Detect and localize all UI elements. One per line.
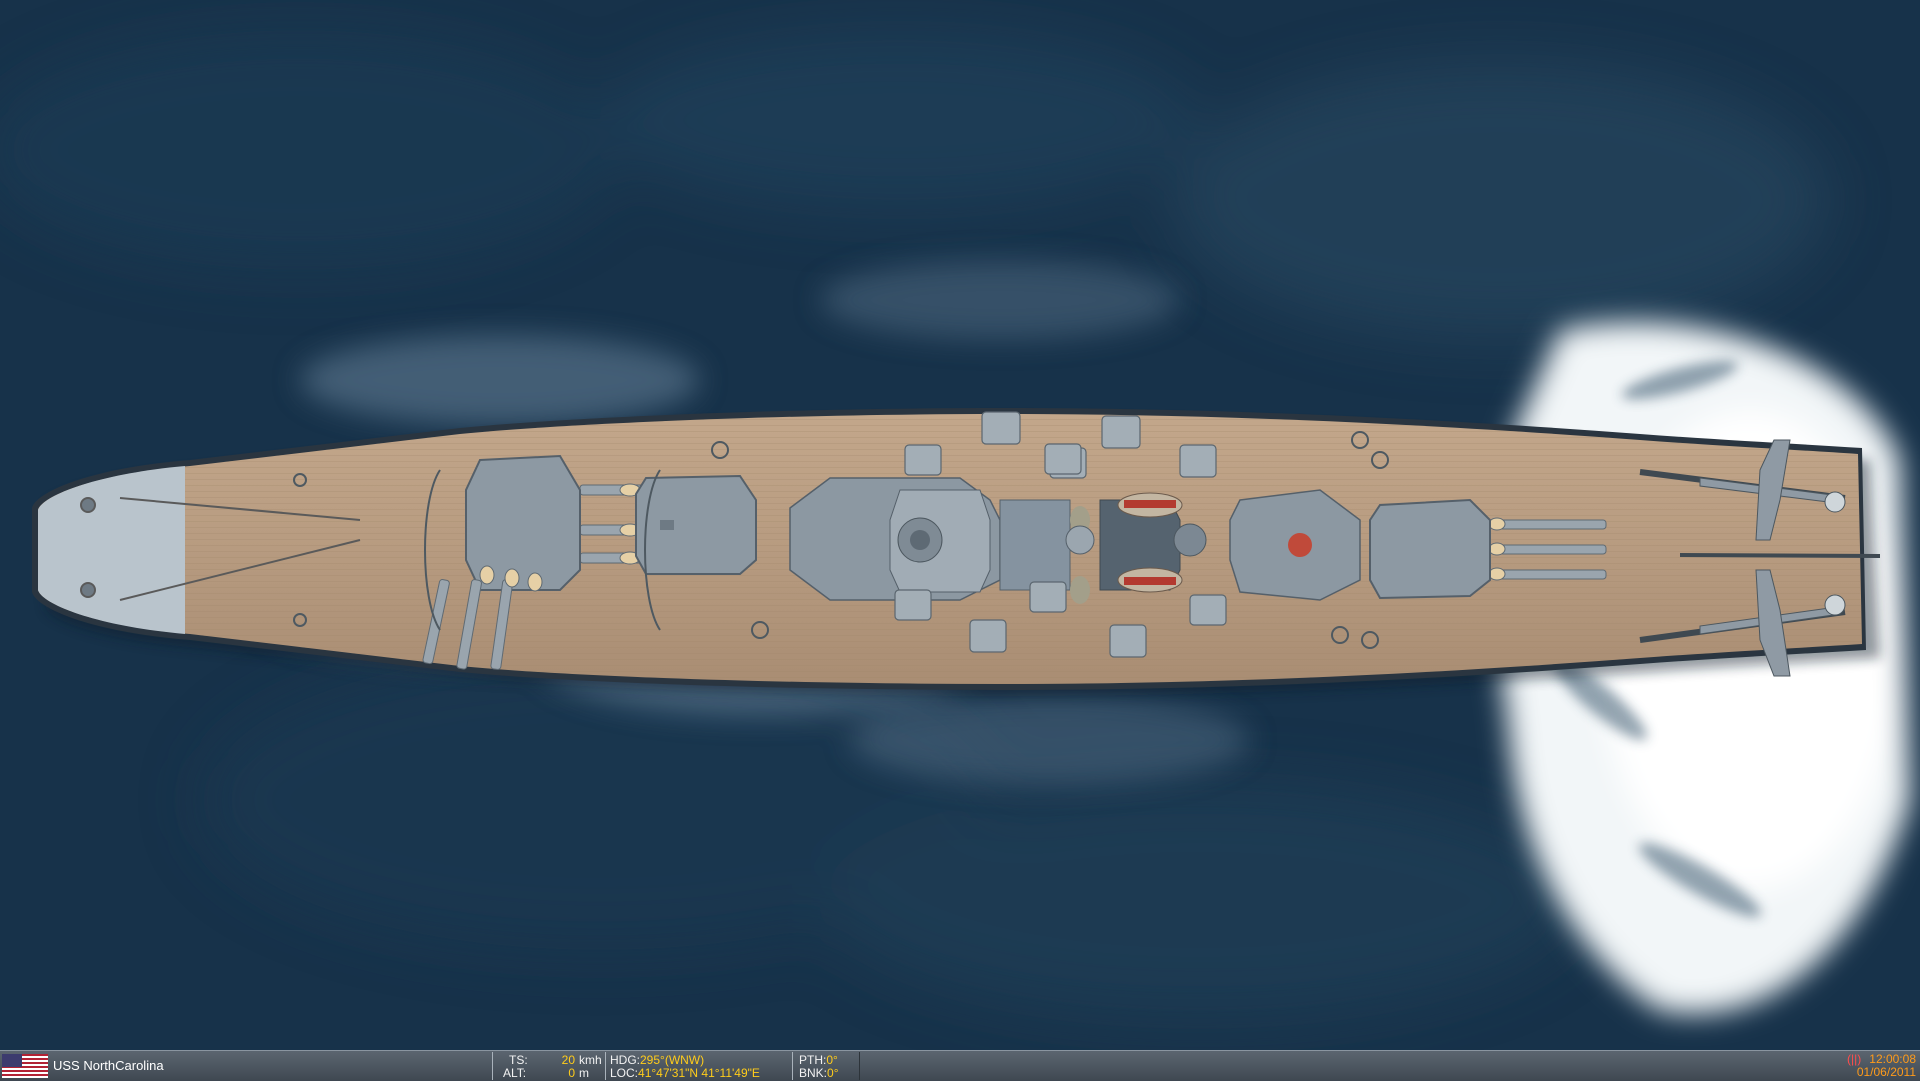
speed-altitude-panel: TS: 20 kmh ALT: 0 m [492,1052,606,1080]
speed-unit: kmh [579,1053,602,1067]
status-bar: USS NorthCarolina TS: 20 kmh ALT: 0 m HD… [0,1050,1920,1081]
us-flag-icon [2,1054,48,1078]
vehicle-name: USS NorthCarolina [53,1058,164,1073]
bank-value: 0° [827,1066,839,1080]
pause-icon[interactable]: (||) [1847,1052,1861,1066]
pitch-bank-panel: PTH:0° BNK:0° [792,1052,860,1080]
heading-location-panel: HDG:295°(WNW) LOC:41°47'31"N 41°11'49"E [605,1052,793,1080]
battleship[interactable] [32,408,1881,696]
heading-value: 295°(WNW) [640,1053,705,1067]
altitude-value: 0 [568,1066,575,1080]
location-value: 41°47'31"N 41°11'49"E [638,1066,760,1080]
game-viewport[interactable] [0,0,1920,1050]
heading-label: HDG: [610,1053,640,1067]
bank-label: BNK: [799,1066,828,1080]
pitch-value: 0° [826,1053,838,1067]
sim-clock: (||) 12:00:08 01/06/2011 [1847,1053,1916,1079]
pitch-label: PTH: [799,1053,827,1067]
sim-time: 12:00:08 [1869,1052,1916,1066]
speed-label: TS: [509,1053,528,1067]
altitude-label: ALT: [503,1066,527,1080]
speed-value: 20 [561,1053,575,1067]
sim-date: 01/06/2011 [1856,1065,1916,1079]
ocean-scene [0,0,1920,1050]
altitude-unit: m [579,1066,589,1080]
location-label: LOC: [610,1066,639,1080]
